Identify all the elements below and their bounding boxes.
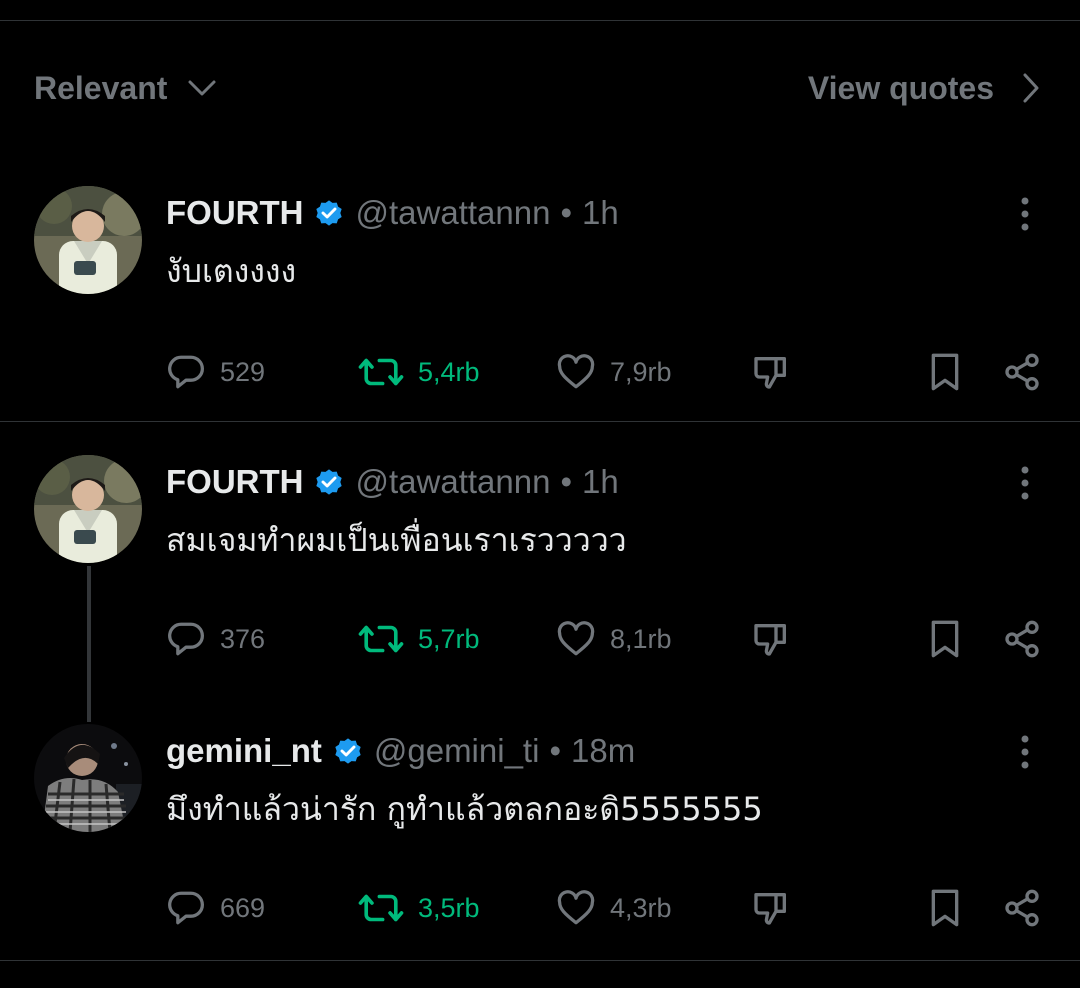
retweet-button[interactable]: 5,7rb bbox=[358, 617, 480, 661]
action-bar: 669 3,5rb 4,3rb bbox=[0, 886, 1080, 930]
retweet-count: 3,5rb bbox=[418, 892, 480, 923]
separator-dot: • bbox=[560, 463, 573, 500]
retweet-button[interactable]: 3,5rb bbox=[358, 886, 480, 930]
separator-dot: • bbox=[549, 732, 561, 769]
dislike-button[interactable] bbox=[750, 886, 792, 930]
reply-toolbar: Relevant View quotes bbox=[0, 0, 1080, 150]
more-options-icon[interactable] bbox=[1010, 463, 1040, 503]
retweet-icon bbox=[358, 625, 404, 653]
tweet-text: สมเจมทำผมเป็นเพื่อนเราเรววววว bbox=[166, 521, 627, 559]
timestamp[interactable]: 1h bbox=[582, 194, 619, 232]
tweet[interactable]: gemini_nt @gemini_ti • 18m มึงทำแล้วน่าร… bbox=[0, 724, 1080, 954]
separator-dot: • bbox=[560, 194, 573, 231]
username-handle[interactable]: @gemini_ti bbox=[374, 732, 540, 770]
like-count: 8,1rb bbox=[610, 623, 672, 654]
tweet-text: มึงทำแล้วน่ารัก กูทำแล้วตลกอะดิ5555555 bbox=[166, 790, 763, 828]
tweet[interactable]: FOURTH @tawattannn • 1h งับเตงงงง 529 5,… bbox=[0, 186, 1080, 416]
reply-count: 376 bbox=[220, 623, 266, 654]
reply-icon bbox=[168, 622, 204, 656]
thumbs-down-icon bbox=[754, 624, 786, 656]
reply-button[interactable]: 376 bbox=[166, 617, 265, 661]
view-quotes-label: View quotes bbox=[807, 69, 994, 106]
tweet[interactable]: FOURTH @tawattannn • 1h สมเจมทำผมเป็นเพื… bbox=[0, 455, 1080, 685]
reply-icon bbox=[168, 355, 204, 389]
share-icon bbox=[1005, 620, 1039, 658]
avatar[interactable] bbox=[34, 186, 142, 294]
share-icon bbox=[1005, 353, 1039, 391]
like-button[interactable]: 4,3rb bbox=[556, 886, 672, 930]
bookmark-icon bbox=[931, 353, 959, 391]
heart-icon bbox=[557, 890, 595, 925]
tweet-header: FOURTH @tawattannn • 1h bbox=[166, 459, 619, 505]
avatar[interactable] bbox=[34, 724, 142, 832]
sort-label: Relevant bbox=[34, 69, 168, 106]
display-name[interactable]: FOURTH bbox=[166, 463, 303, 501]
sort-dropdown[interactable]: Relevant bbox=[34, 66, 217, 110]
more-options-icon[interactable] bbox=[1010, 194, 1040, 234]
tweet-header: gemini_nt @gemini_ti • 18m bbox=[166, 728, 635, 774]
more-options-icon[interactable] bbox=[1010, 732, 1040, 772]
retweet-count: 5,7rb bbox=[418, 623, 480, 654]
reply-count: 669 bbox=[220, 892, 266, 923]
action-bar: 376 5,7rb 8,1rb bbox=[0, 617, 1080, 661]
action-bar: 529 5,4rb 7,9rb bbox=[0, 350, 1080, 394]
retweet-icon bbox=[358, 894, 404, 922]
share-icon bbox=[1005, 889, 1039, 927]
timestamp[interactable]: 1h bbox=[582, 463, 619, 501]
verified-badge-icon bbox=[332, 735, 364, 767]
retweet-icon bbox=[358, 358, 404, 386]
bookmark-button[interactable] bbox=[928, 617, 962, 661]
retweet-count: 5,4rb bbox=[418, 356, 480, 387]
username-handle[interactable]: @tawattannn bbox=[355, 194, 550, 232]
share-button[interactable] bbox=[1002, 886, 1042, 930]
share-button[interactable] bbox=[1002, 350, 1042, 394]
username-handle[interactable]: @tawattannn bbox=[355, 463, 550, 501]
like-count: 7,9rb bbox=[610, 356, 672, 387]
tweet-text: งับเตงงงง bbox=[166, 252, 297, 290]
bookmark-button[interactable] bbox=[928, 350, 962, 394]
like-button[interactable]: 8,1rb bbox=[556, 617, 672, 661]
reply-button[interactable]: 669 bbox=[166, 886, 265, 930]
tweet-divider bbox=[0, 421, 1080, 422]
tweet-header: FOURTH @tawattannn • 1h bbox=[166, 190, 619, 236]
dislike-button[interactable] bbox=[750, 617, 792, 661]
bottom-divider bbox=[0, 960, 1080, 961]
chevron-right-icon bbox=[1023, 73, 1039, 103]
reply-count: 529 bbox=[220, 356, 266, 387]
reply-button[interactable]: 529 bbox=[166, 350, 265, 394]
avatar[interactable] bbox=[34, 455, 142, 563]
bookmark-icon bbox=[931, 620, 959, 658]
view-quotes-link[interactable]: View quotes bbox=[808, 66, 1040, 110]
share-button[interactable] bbox=[1002, 617, 1042, 661]
bookmark-icon bbox=[931, 889, 959, 927]
thumbs-down-icon bbox=[754, 357, 786, 389]
chevron-down-icon bbox=[188, 80, 216, 96]
verified-badge-icon bbox=[313, 197, 345, 229]
reply-icon bbox=[168, 891, 204, 925]
thumbs-down-icon bbox=[754, 893, 786, 925]
retweet-button[interactable]: 5,4rb bbox=[358, 350, 480, 394]
display-name[interactable]: gemini_nt bbox=[166, 732, 322, 770]
dislike-button[interactable] bbox=[750, 350, 792, 394]
heart-icon bbox=[557, 354, 595, 389]
bookmark-button[interactable] bbox=[928, 886, 962, 930]
timestamp[interactable]: 18m bbox=[571, 732, 635, 770]
display-name[interactable]: FOURTH bbox=[166, 194, 303, 232]
heart-icon bbox=[557, 621, 595, 656]
like-button[interactable]: 7,9rb bbox=[556, 350, 672, 394]
like-count: 4,3rb bbox=[610, 892, 672, 923]
verified-badge-icon bbox=[313, 466, 345, 498]
